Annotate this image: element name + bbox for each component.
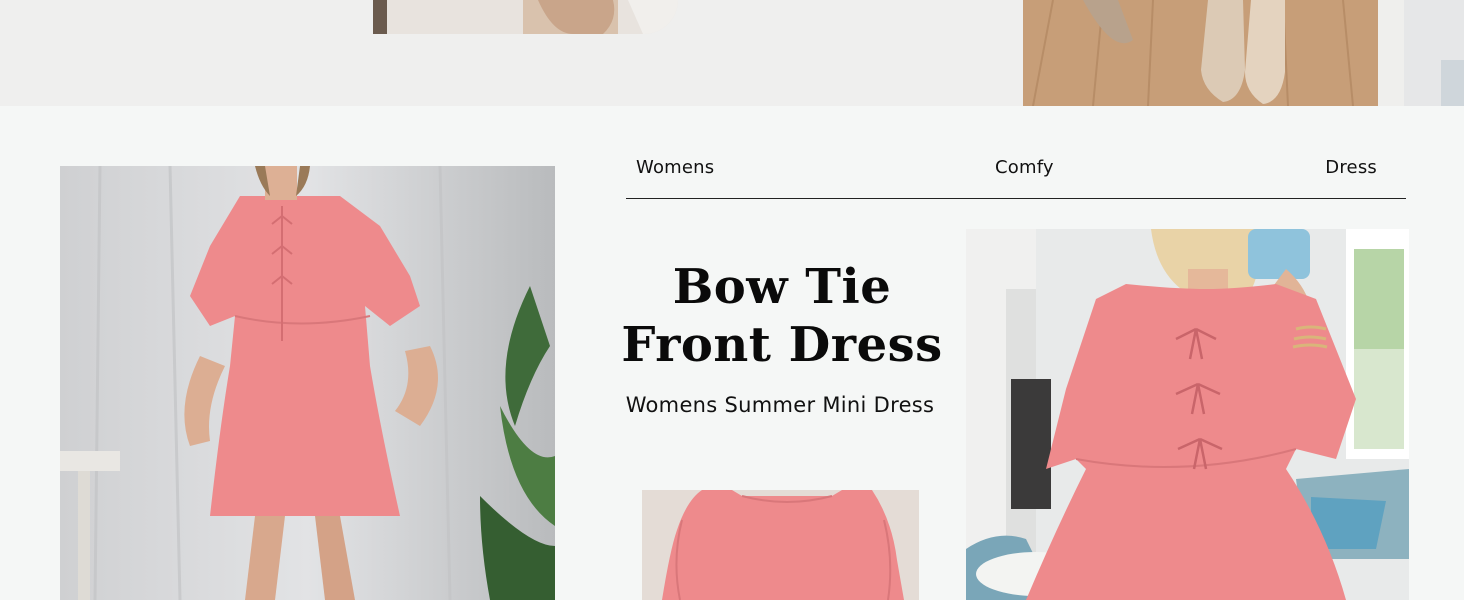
boots-floor-photo (1023, 0, 1464, 106)
tag-comfy: Comfy (995, 157, 1054, 178)
tag-womens: Womens (636, 157, 715, 178)
product-title: Bow Tie Front Dress (621, 259, 943, 373)
model-legs-photo (373, 0, 678, 34)
dress-back-photo (642, 490, 919, 600)
model-front-photo (60, 166, 555, 600)
model-selfie-photo (966, 229, 1409, 600)
product-subtitle: Womens Summer Mini Dress (625, 393, 935, 417)
tag-dress: Dress (1325, 157, 1377, 178)
tag-bar: Womens Comfy Dress (626, 155, 1406, 199)
top-banner (0, 0, 1464, 106)
